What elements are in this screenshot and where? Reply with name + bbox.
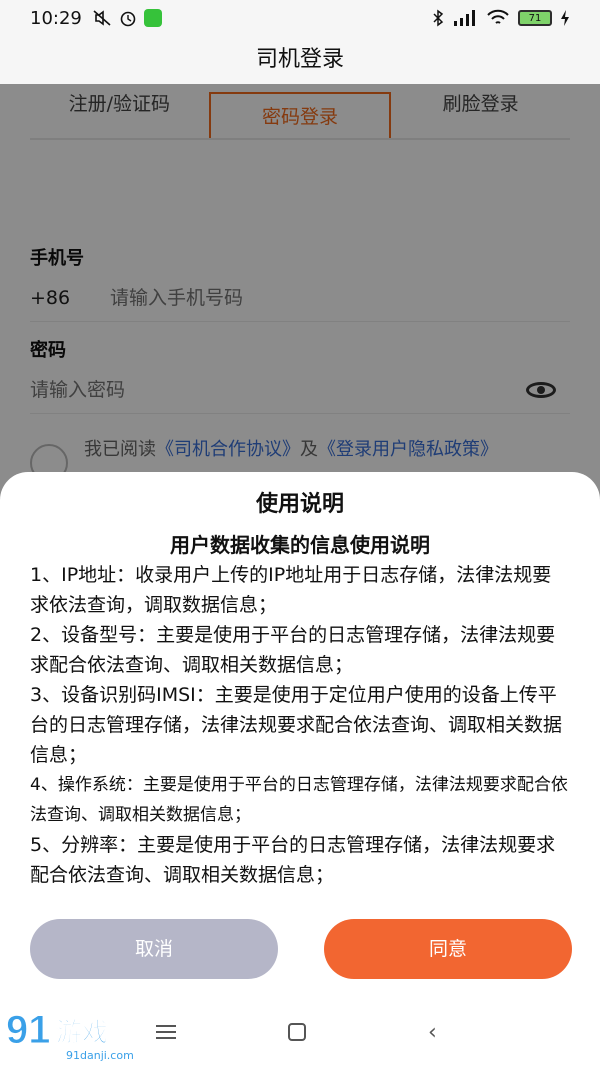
doc-item: 4、操作系统：主要是使用于平台的日志管理存储，法律法规要求配合依法查询、调取相关… (30, 775, 568, 825)
wifi-icon (487, 9, 509, 24)
battery-icon: 71 (518, 10, 552, 26)
usage-dialog: 使用说明 用户数据收集的信息使用说明 1、IP地址：收录用户上传的IP地址用于日… (0, 472, 600, 1067)
document-title: 用户数据收集的信息使用说明 (170, 533, 430, 557)
back-icon[interactable]: ‹ (428, 1020, 437, 1045)
usage-document[interactable]: 用户数据收集的信息使用说明 1、IP地址：收录用户上传的IP地址用于日志存储，法… (30, 530, 570, 890)
svg-text:91: 91 (6, 1008, 51, 1052)
svg-text:91danji.com: 91danji.com (66, 1049, 134, 1062)
doc-item: 3、设备识别码IMSI：主要是使用于定位用户使用的设备上传平台的日志管理存储，法… (30, 684, 563, 766)
wechat-icon (143, 9, 162, 27)
bluetooth-icon (433, 9, 444, 27)
status-bar: 10:29 71 (0, 0, 600, 36)
doc-item: 5、分辨率：主要是使用于平台的日志管理存储，法律法规要求配合依法查询、调取相关数… (30, 834, 556, 886)
cancel-button[interactable]: 取消 (30, 919, 278, 979)
home-icon[interactable] (288, 1023, 306, 1041)
mute-icon (93, 10, 111, 26)
page-title: 司机登录 (0, 36, 600, 84)
status-time: 10:29 (30, 7, 82, 29)
doc-item: 1、IP地址：收录用户上传的IP地址用于日志存储，法律法规要求依法查询，调取数据… (30, 564, 552, 616)
menu-icon[interactable] (156, 1025, 176, 1039)
watermark-logo: 91 游戏 91danji.com (6, 1008, 134, 1063)
agree-button[interactable]: 同意 (324, 919, 572, 979)
dialog-title: 使用说明 (255, 492, 344, 517)
signal-icon (454, 10, 475, 26)
charging-icon (561, 10, 569, 26)
alarm-icon (120, 11, 136, 27)
svg-text:游戏: 游戏 (56, 1018, 108, 1048)
doc-item: 2、设备型号：主要是使用于平台的日志管理存储，法律法规要求配合依法查询、调取相关… (30, 624, 556, 676)
